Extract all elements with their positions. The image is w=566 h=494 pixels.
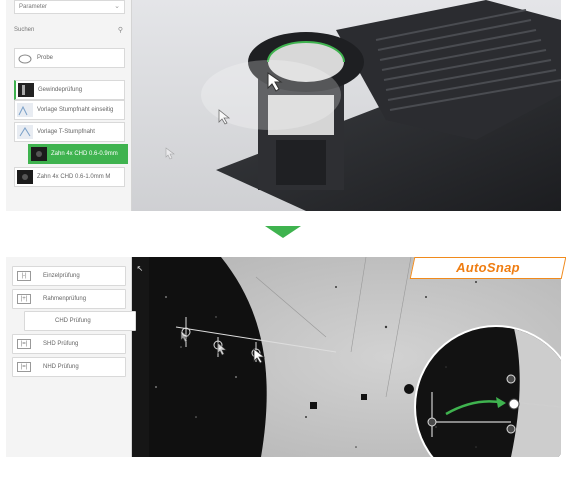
- list-item-butt-weld-single[interactable]: Vorlage Stumpfnaht einseitig: [14, 100, 125, 120]
- list-item-label: Vorlage Stumpfnaht einseitig: [37, 107, 114, 113]
- search-field[interactable]: Suchen ⚲: [14, 27, 125, 39]
- search-label: Suchen: [14, 27, 35, 33]
- search-icon: ⚲: [117, 27, 123, 34]
- tool-nhd-test[interactable]: |=| NHD Prüfung: [12, 357, 126, 377]
- tooth-thumbnail-icon: [17, 170, 33, 184]
- tool-single-test[interactable]: |-| Einzelprüfung: [12, 266, 126, 286]
- shd-test-icon: |=|: [17, 339, 31, 349]
- particle: [361, 394, 367, 400]
- single-test-icon: |-|: [17, 271, 31, 281]
- bottom-screenshot-panel: ↖ |-| Einzelprüfung |+| Rahmenprüfung ==…: [6, 257, 561, 457]
- list-item-label: Vorlage T-Stumpfnaht: [37, 129, 95, 135]
- weld-thumbnail-icon: [17, 125, 33, 139]
- particle: [404, 384, 414, 394]
- list-item-tooth-chd-m[interactable]: Zahn 4x CHD 0.6-1.0mm M: [14, 167, 125, 187]
- frame-test-icon: |+|: [17, 294, 31, 304]
- list-item-label: Zahn 4x CHD 0.6-0.9mm: [51, 151, 118, 157]
- particle: [310, 402, 317, 409]
- tool-chd-test-selected[interactable]: === CHD Prüfung: [24, 311, 136, 331]
- autosnap-label: AutoSnap: [456, 260, 520, 275]
- list-item-probe[interactable]: Probe: [14, 48, 125, 68]
- list-item-thread-test[interactable]: Gewindeprüfung: [14, 80, 125, 100]
- nhd-test-icon: |=|: [17, 362, 31, 372]
- test-plan-sidebar: Parameter ⌄ Suchen ⚲ Probe Gewindeprüfun…: [6, 0, 132, 211]
- list-item-label: Probe: [37, 55, 54, 61]
- tool-label: Einzelprüfung: [43, 273, 80, 279]
- tool-frame-test[interactable]: |+| Rahmenprüfung: [12, 289, 126, 309]
- weld-thumbnail-icon: [17, 103, 33, 117]
- tool-label: NHD Prüfung: [43, 364, 79, 370]
- arrow-down-icon: [265, 226, 301, 238]
- probe-icon: [18, 54, 32, 64]
- chd-test-icon: ===: [29, 316, 43, 326]
- tool-label: SHD Prüfung: [43, 341, 79, 347]
- tool-shd-test[interactable]: |=| SHD Prüfung: [12, 334, 126, 354]
- chevron-down-icon: ⌄: [114, 3, 120, 10]
- top-screenshot-panel: Parameter ⌄ Suchen ⚲ Probe Gewindeprüfun…: [6, 0, 561, 211]
- tool-label: Rahmenprüfung: [43, 296, 87, 302]
- tooth-thumbnail-icon: [31, 147, 47, 161]
- tool-label: CHD Prüfung: [55, 318, 91, 324]
- list-item-label: Gewindeprüfung: [38, 87, 83, 93]
- dropdown-value: Parameter: [19, 4, 48, 10]
- list-item-t-butt-weld[interactable]: Vorlage T-Stumpfnaht: [14, 122, 125, 142]
- parameter-dropdown[interactable]: Parameter ⌄: [14, 0, 125, 14]
- pointer-tool-icon[interactable]: ↖: [137, 264, 144, 273]
- autosnap-badge: AutoSnap: [409, 257, 566, 279]
- list-item-tooth-chd-selected[interactable]: Zahn 4x CHD 0.6-0.9mm: [28, 144, 128, 164]
- list-item-label: Zahn 4x CHD 0.6-1.0mm M: [37, 174, 111, 180]
- measurement-sidebar: |-| Einzelprüfung |+| Rahmenprüfung === …: [6, 257, 136, 457]
- thread-thumbnail-icon: [18, 83, 34, 97]
